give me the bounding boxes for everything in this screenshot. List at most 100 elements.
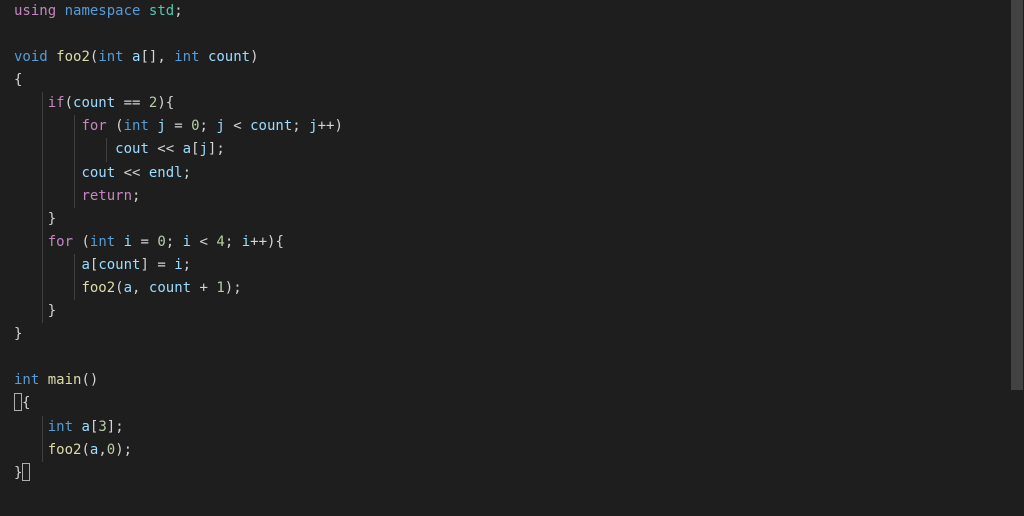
- indent-guide: [42, 300, 43, 323]
- code-line[interactable]: foo2(a, count + 1);: [6, 277, 1018, 300]
- code-line[interactable]: void foo2(int a[], int count): [6, 46, 1018, 69]
- token-op: [14, 118, 81, 134]
- token-control: return: [81, 188, 132, 204]
- indent-guide: [74, 115, 75, 138]
- token-op: [233, 234, 241, 250]
- indent-guide: [74, 138, 75, 161]
- cursor-selection-end: [22, 463, 30, 481]
- token-num: 0: [107, 442, 115, 458]
- token-punc: ;: [233, 280, 241, 296]
- token-var: a: [124, 280, 132, 296]
- code-line[interactable]: }: [6, 300, 1018, 323]
- token-var: i: [124, 234, 132, 250]
- token-op: ++: [318, 118, 335, 134]
- token-op: [56, 3, 64, 19]
- code-line[interactable]: for (int i = 0; i < 4; i++){: [6, 231, 1018, 254]
- token-type: int: [48, 419, 73, 435]
- token-op: ==: [115, 95, 149, 111]
- code-editor[interactable]: using namespace std; void foo2(int a[], i…: [6, 0, 1018, 485]
- token-paren: (: [81, 234, 89, 250]
- token-punc: {: [275, 234, 283, 250]
- token-op: <: [191, 234, 216, 250]
- token-type: int: [124, 118, 149, 134]
- code-line[interactable]: {: [6, 392, 1018, 415]
- token-op: [107, 118, 115, 134]
- token-paren: ): [225, 280, 233, 296]
- indent-guide: [42, 416, 43, 439]
- code-line[interactable]: for (int j = 0; j < count; j++): [6, 115, 1018, 138]
- token-punc: }: [14, 326, 22, 342]
- token-op: [200, 49, 208, 65]
- token-var: j: [309, 118, 317, 134]
- token-namespace: std: [149, 3, 174, 19]
- token-punc: ,: [157, 49, 165, 65]
- token-op: ++: [250, 234, 267, 250]
- token-paren: []: [140, 49, 157, 65]
- token-var: endl: [149, 165, 183, 181]
- token-var: a: [81, 419, 89, 435]
- token-num: 0: [191, 118, 199, 134]
- indent-guide: [106, 138, 107, 161]
- token-paren: (: [115, 118, 123, 134]
- token-punc: }: [48, 303, 56, 319]
- token-punc: ;: [174, 3, 182, 19]
- code-line[interactable]: if(count == 2){: [6, 92, 1018, 115]
- code-line[interactable]: cout << endl;: [6, 162, 1018, 185]
- token-punc: {: [14, 72, 22, 88]
- code-line[interactable]: {: [6, 69, 1018, 92]
- code-line[interactable]: foo2(a,0);: [6, 439, 1018, 462]
- token-op: <<: [115, 165, 149, 181]
- indent-guide: [42, 277, 43, 300]
- code-line[interactable]: int main(): [6, 369, 1018, 392]
- code-line[interactable]: [6, 346, 1018, 369]
- token-num: 0: [157, 234, 165, 250]
- token-var: cout: [81, 165, 115, 181]
- code-line[interactable]: }: [6, 208, 1018, 231]
- token-paren: ): [157, 95, 165, 111]
- indent-guide: [74, 162, 75, 185]
- code-line[interactable]: [6, 23, 1018, 46]
- scrollbar[interactable]: [1010, 0, 1024, 516]
- token-paren: ]: [107, 419, 115, 435]
- token-punc: {: [22, 395, 30, 411]
- token-op: [14, 280, 81, 296]
- code-line[interactable]: using namespace std;: [6, 0, 1018, 23]
- indent-guide: [42, 208, 43, 231]
- code-line[interactable]: int a[3];: [6, 416, 1018, 439]
- token-var: i: [183, 234, 191, 250]
- token-paren: ): [115, 442, 123, 458]
- scroll-thumb[interactable]: [1011, 0, 1023, 390]
- indent-guide: [42, 254, 43, 277]
- token-type: int: [98, 49, 123, 65]
- token-op: [14, 165, 81, 181]
- token-type: int: [14, 372, 39, 388]
- token-op: [14, 257, 81, 273]
- indent-guide: [74, 185, 75, 208]
- token-var: count: [250, 118, 292, 134]
- token-op: [48, 49, 56, 65]
- token-op: =: [132, 234, 157, 250]
- token-paren: (: [81, 442, 89, 458]
- code-line[interactable]: }: [6, 323, 1018, 346]
- token-var: count: [149, 280, 191, 296]
- token-paren: (: [115, 280, 123, 296]
- cursor-selection-start: [14, 393, 22, 411]
- code-line[interactable]: }: [6, 462, 1018, 485]
- token-var: count: [98, 257, 140, 273]
- token-var: a: [183, 141, 191, 157]
- token-paren: (): [81, 372, 98, 388]
- token-func: foo2: [48, 442, 82, 458]
- code-line[interactable]: cout << a[j];: [6, 138, 1018, 161]
- token-num: 1: [216, 280, 224, 296]
- token-kw2: namespace: [65, 3, 141, 19]
- token-var: j: [157, 118, 165, 134]
- token-func: foo2: [81, 280, 115, 296]
- token-op: [39, 372, 47, 388]
- token-num: 4: [216, 234, 224, 250]
- indent-guide: [74, 254, 75, 277]
- token-op: <<: [149, 141, 183, 157]
- code-line[interactable]: a[count] = i;: [6, 254, 1018, 277]
- code-line[interactable]: return;: [6, 185, 1018, 208]
- token-punc: }: [48, 211, 56, 227]
- token-punc: ;: [124, 442, 132, 458]
